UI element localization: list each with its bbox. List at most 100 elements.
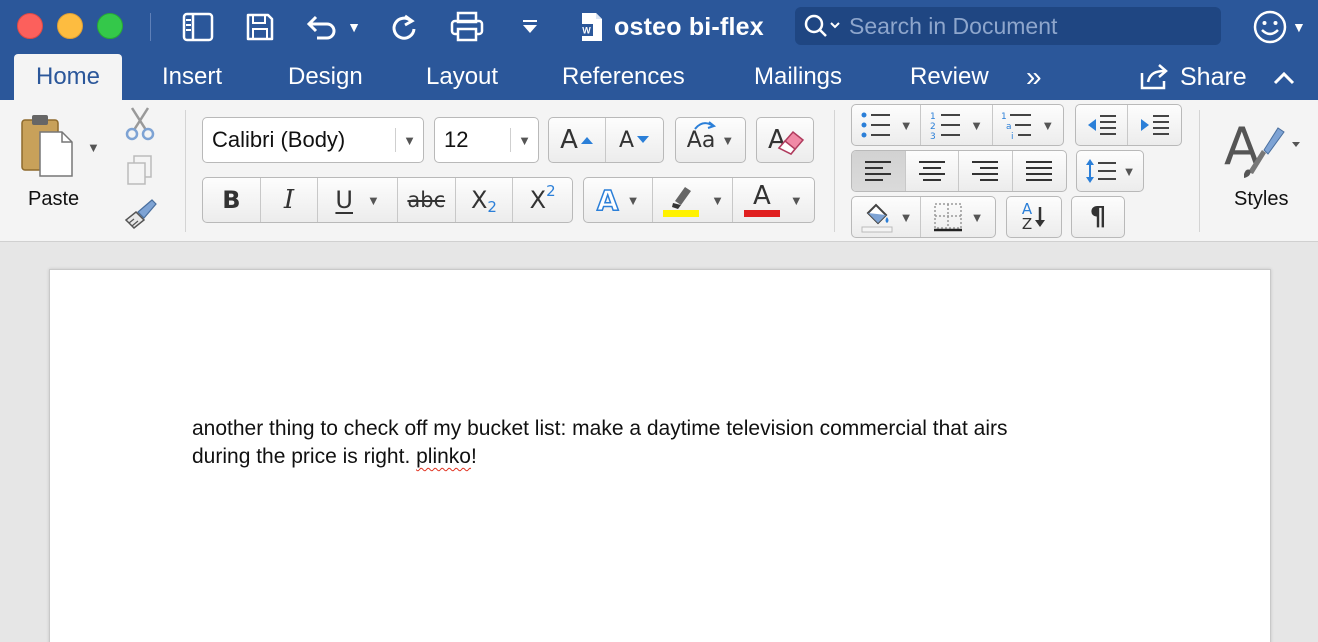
align-left-button[interactable] bbox=[852, 151, 906, 191]
paste-icon[interactable] bbox=[20, 112, 76, 178]
clear-formatting-icon: A bbox=[768, 125, 805, 155]
font-color-dropdown-icon[interactable]: ▼ bbox=[790, 193, 803, 208]
font-name-dropdown-icon[interactable]: ▼ bbox=[395, 128, 423, 152]
line-spacing-dropdown-icon[interactable]: ▼ bbox=[1123, 164, 1136, 179]
shading-button[interactable]: ▼ bbox=[852, 197, 922, 237]
highlight-button[interactable]: ▼ bbox=[653, 178, 733, 222]
grow-font-button[interactable]: A bbox=[549, 118, 607, 162]
font-size-dropdown-icon[interactable]: ▼ bbox=[510, 128, 538, 152]
superscript-button[interactable]: X2 bbox=[513, 178, 572, 222]
borders-icon bbox=[933, 203, 962, 232]
font-size-input[interactable] bbox=[435, 118, 510, 162]
shading-dropdown-icon[interactable]: ▼ bbox=[900, 210, 913, 225]
multilevel-list-button[interactable]: 1ai ▼ bbox=[993, 105, 1063, 145]
line-spacing-button[interactable]: ▼ bbox=[1076, 150, 1144, 192]
tab-layout[interactable]: Layout bbox=[426, 54, 498, 100]
window-minimize-button[interactable] bbox=[57, 13, 83, 39]
borders-dropdown-icon[interactable]: ▼ bbox=[971, 210, 984, 225]
underline-dropdown-icon[interactable]: ▼ bbox=[367, 193, 380, 208]
share-button[interactable]: Share bbox=[1138, 54, 1247, 100]
align-center-button[interactable] bbox=[906, 151, 959, 191]
align-right-button[interactable] bbox=[959, 151, 1013, 191]
cut-icon[interactable] bbox=[124, 106, 156, 147]
underline-button[interactable]: U ▼ bbox=[318, 178, 398, 222]
search-input[interactable] bbox=[849, 12, 1209, 40]
sidebar-toggle-icon[interactable] bbox=[180, 8, 216, 46]
tab-insert[interactable]: Insert bbox=[162, 54, 222, 100]
ribbon-tab-bar: Home Insert Design Layout References Mai… bbox=[0, 54, 1318, 100]
styles-gallery-icon[interactable]: A bbox=[1222, 114, 1302, 180]
copy-icon[interactable] bbox=[126, 154, 154, 191]
search-icon[interactable] bbox=[803, 13, 841, 39]
ribbon-divider bbox=[834, 110, 835, 232]
show-formatting-marks-button[interactable]: ¶ bbox=[1071, 196, 1125, 238]
paragraph-line-1: another thing to check off my bucket lis… bbox=[192, 417, 1008, 440]
format-painter-icon[interactable] bbox=[122, 198, 158, 237]
sort-button[interactable]: A Z bbox=[1006, 196, 1062, 238]
document-body[interactable]: another thing to check off my bucket lis… bbox=[192, 415, 1092, 471]
arrow-down-icon bbox=[637, 136, 650, 143]
align-left-icon bbox=[865, 161, 892, 181]
subscript-button[interactable]: X2 bbox=[456, 178, 514, 222]
paste-dropdown-icon[interactable]: ▼ bbox=[87, 140, 100, 155]
redo-icon[interactable] bbox=[386, 8, 422, 46]
tab-review[interactable]: Review bbox=[910, 54, 989, 100]
text-color-group: A ▼ ▼ A ▼ bbox=[583, 177, 815, 223]
font-name-combo[interactable]: ▼ bbox=[202, 117, 424, 163]
tab-mailings[interactable]: Mailings bbox=[754, 54, 842, 100]
misspelled-word[interactable]: plinko bbox=[416, 445, 471, 468]
justify-icon bbox=[1026, 161, 1053, 181]
save-icon[interactable] bbox=[242, 8, 278, 46]
multilevel-list-dropdown-icon[interactable]: ▼ bbox=[1041, 118, 1054, 133]
line-2-end: ! bbox=[470, 445, 477, 468]
arrow-up-icon bbox=[580, 137, 593, 144]
change-case-button[interactable]: Aa ▼ bbox=[675, 117, 746, 163]
strikethrough-button[interactable]: abc bbox=[398, 178, 456, 222]
clear-formatting-button[interactable]: A bbox=[756, 117, 814, 163]
font-size-combo[interactable]: ▼ bbox=[434, 117, 539, 163]
bold-letter: B bbox=[222, 186, 241, 214]
window-maximize-button[interactable] bbox=[97, 13, 123, 39]
italic-button[interactable]: I bbox=[261, 178, 319, 222]
decrease-indent-button[interactable] bbox=[1076, 105, 1129, 145]
font-name-input[interactable] bbox=[203, 118, 395, 162]
document-page[interactable]: another thing to check off my bucket lis… bbox=[49, 269, 1271, 642]
text-effects-button[interactable]: A ▼ bbox=[584, 178, 654, 222]
feedback-dropdown-icon[interactable]: ▼ bbox=[1292, 19, 1306, 35]
superscript-base: X bbox=[529, 186, 547, 214]
tab-references[interactable]: References bbox=[562, 54, 685, 100]
undo-dropdown-icon[interactable]: ▼ bbox=[347, 19, 361, 35]
numbering-dropdown-icon[interactable]: ▼ bbox=[970, 118, 983, 133]
highlight-dropdown-icon[interactable]: ▼ bbox=[711, 193, 724, 208]
titlebar-divider bbox=[150, 13, 151, 41]
search-box[interactable] bbox=[795, 7, 1221, 45]
align-center-icon bbox=[918, 161, 945, 181]
document-canvas: another thing to check off my bucket lis… bbox=[0, 242, 1318, 642]
paste-label[interactable]: Paste bbox=[28, 188, 79, 211]
window-close-button[interactable] bbox=[17, 13, 43, 39]
change-case-dropdown-icon[interactable]: ▼ bbox=[721, 133, 734, 148]
tab-design[interactable]: Design bbox=[288, 54, 363, 100]
print-icon[interactable] bbox=[446, 8, 488, 46]
tab-home[interactable]: Home bbox=[14, 54, 123, 100]
bold-button[interactable]: B bbox=[203, 178, 261, 222]
shrink-font-button[interactable]: A bbox=[606, 118, 663, 162]
line-2-text: during the price is right. bbox=[192, 445, 417, 468]
text-effects-dropdown-icon[interactable]: ▼ bbox=[627, 193, 640, 208]
styles-label[interactable]: Styles bbox=[1234, 188, 1288, 211]
feedback-smiley-icon[interactable]: ▼ bbox=[1252, 8, 1306, 46]
bullets-dropdown-icon[interactable]: ▼ bbox=[900, 118, 913, 133]
customize-toolbar-icon[interactable] bbox=[516, 8, 544, 46]
borders-button[interactable]: ▼ bbox=[921, 197, 995, 237]
increase-indent-button[interactable] bbox=[1128, 105, 1181, 145]
collapse-ribbon-icon[interactable] bbox=[1270, 64, 1298, 92]
font-color-button[interactable]: A ▼ bbox=[733, 178, 814, 222]
svg-text:i: i bbox=[1011, 132, 1014, 140]
bullets-button[interactable]: ▼ bbox=[852, 105, 922, 145]
numbering-button[interactable]: 123 ▼ bbox=[921, 105, 993, 145]
tabs-overflow-icon[interactable]: » bbox=[1026, 54, 1042, 100]
justify-button[interactable] bbox=[1013, 151, 1067, 191]
undo-icon[interactable]: ▼ bbox=[300, 8, 364, 46]
paragraph-line-2: during the price is right. plinko! bbox=[192, 443, 1092, 471]
grow-font-letter: A bbox=[560, 125, 578, 155]
